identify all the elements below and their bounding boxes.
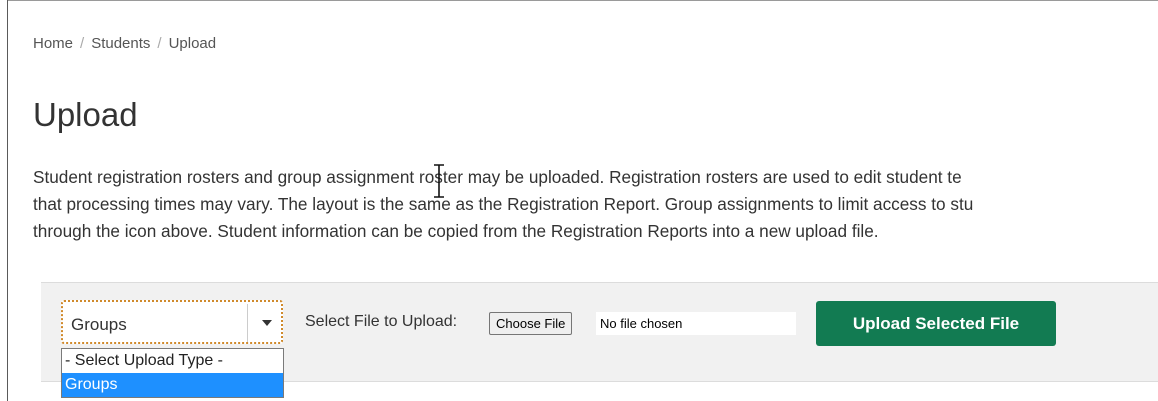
upload-type-options: - Select Upload Type - Groups <box>61 348 284 398</box>
option-groups[interactable]: Groups <box>62 373 283 397</box>
upload-type-value: Groups <box>71 315 127 334</box>
breadcrumb-students[interactable]: Students <box>91 35 150 52</box>
select-divider <box>247 304 248 342</box>
choose-file-button[interactable]: Choose File <box>489 312 573 335</box>
breadcrumb-current: Upload <box>168 35 217 52</box>
description-line: Student registration rosters and group a… <box>33 167 962 187</box>
option-select-upload-type[interactable]: - Select Upload Type - <box>62 349 283 373</box>
breadcrumb-separator: / <box>157 35 162 52</box>
window-top-border <box>7 0 1158 1</box>
upload-selected-file-button[interactable]: Upload Selected File <box>816 301 1056 346</box>
page-title: Upload <box>33 96 138 133</box>
file-upload-label: Select File to Upload: <box>305 313 458 330</box>
window-left-border <box>7 0 8 401</box>
description-line: that processing times may vary. The layo… <box>33 194 974 214</box>
chevron-down-icon[interactable] <box>262 320 272 326</box>
file-status-text: No file chosen <box>596 312 796 335</box>
page-description: Student registration rosters and group a… <box>33 164 1158 245</box>
text-cursor-icon <box>434 164 444 198</box>
upload-type-select[interactable]: Groups <box>61 300 283 344</box>
breadcrumb: Home / Students / Upload <box>33 35 216 52</box>
description-line: through the icon above. Student informat… <box>33 221 879 241</box>
breadcrumb-home[interactable]: Home <box>33 35 73 52</box>
breadcrumb-separator: / <box>80 35 85 52</box>
